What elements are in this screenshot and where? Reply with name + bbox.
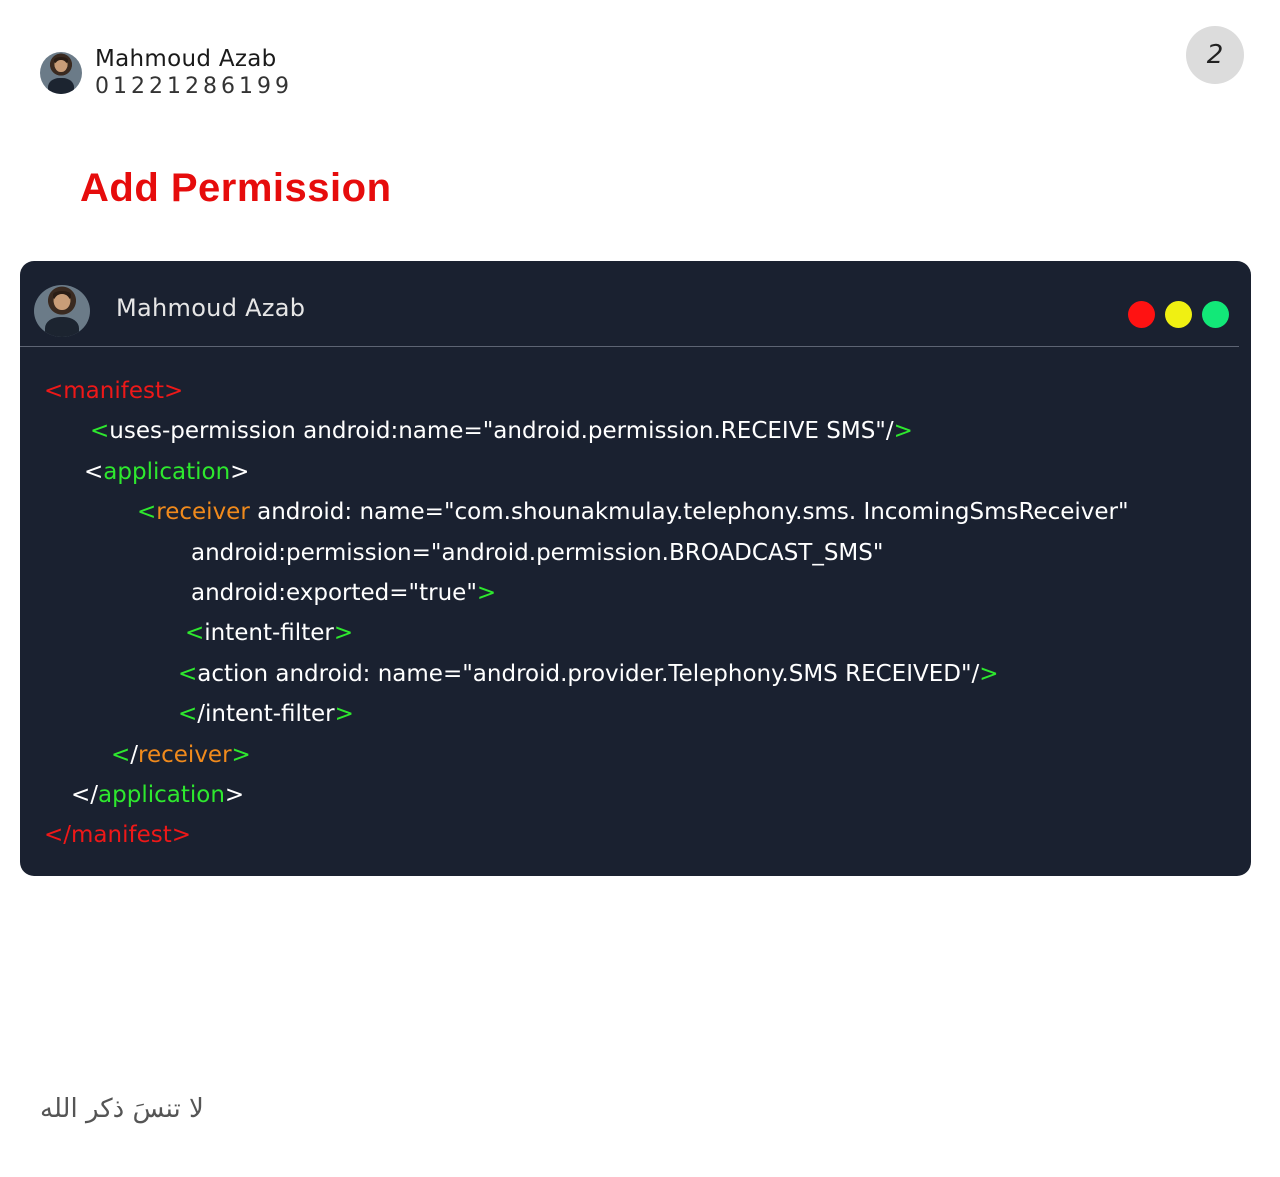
receiver-name-attr: android: name="com.shounakmulay.telephon…	[249, 499, 1129, 525]
code-line-11: </application>	[71, 779, 244, 811]
red-dot-icon	[1128, 301, 1155, 328]
card-avatar	[34, 285, 90, 337]
code-line-7: <intent-filter>	[185, 617, 353, 649]
code-bracket: >	[231, 742, 251, 768]
receiver-close-tag: receiver	[138, 742, 232, 768]
page-number-badge: 2	[1186, 26, 1244, 84]
author-name: Mahmoud Azab	[95, 46, 277, 72]
intent-filter-close-tag: intent-filter	[205, 701, 335, 727]
code-bracket: <	[84, 459, 104, 485]
code-bracket: <	[90, 418, 110, 444]
permission-attr: android:permission="android.permission.B…	[191, 540, 884, 566]
application-close-tag: application	[98, 782, 225, 808]
author-block: Mahmoud Azab 01221286199	[40, 46, 293, 100]
application-tag: application	[103, 459, 231, 485]
code-line-12: </manifest>	[44, 819, 191, 851]
code-bracket: >	[334, 701, 354, 727]
code-line-2: <uses-permission android:name="android.p…	[90, 415, 913, 447]
code-line-10: </receiver>	[111, 739, 251, 771]
exported-attr: android:exported="true"	[191, 580, 477, 606]
code-line-4: <receiver android: name="com.shounakmula…	[137, 496, 1129, 528]
window-dots	[1128, 301, 1229, 328]
code-bracket: >	[893, 418, 913, 444]
page-title: Add Permission	[80, 166, 392, 210]
code-slash: /	[90, 782, 99, 808]
code-line-8: <action android: name="android.provider.…	[178, 658, 999, 690]
code-bracket: <	[178, 701, 198, 727]
code-line-1: <manifest>	[44, 375, 183, 407]
manifest-open-tag: <manifest>	[44, 378, 184, 404]
receiver-tag: receiver	[156, 499, 250, 525]
code-slash: /	[130, 742, 139, 768]
author-text: Mahmoud Azab 01221286199	[95, 46, 293, 100]
intent-filter-tag: intent-filter	[204, 620, 334, 646]
code-bracket: >	[333, 620, 354, 646]
card-author-name: Mahmoud Azab	[116, 294, 306, 322]
code-bracket: <	[71, 782, 91, 808]
code-bracket: <	[111, 742, 131, 768]
code-bracket: >	[230, 459, 250, 485]
green-dot-icon	[1202, 301, 1229, 328]
code-card: Mahmoud Azab <manifest> <uses-permission…	[20, 261, 1251, 876]
action-text: action android: name="android.provider.T…	[197, 661, 980, 687]
yellow-dot-icon	[1165, 301, 1192, 328]
uses-permission-text: uses-permission android:name="android.pe…	[109, 418, 894, 444]
code-line-5: android:permission="android.permission.B…	[191, 537, 883, 569]
code-bracket: <	[185, 620, 205, 646]
code-bracket: >	[224, 782, 245, 808]
code-slash: /	[197, 701, 206, 727]
code-line-3: <application>	[84, 456, 249, 488]
code-card-header: Mahmoud Azab	[20, 261, 1251, 347]
header-divider	[20, 346, 1239, 347]
code-line-6: android:exported="true">	[191, 577, 496, 609]
footer-dhikr: لا تنسَ ذكر الله	[40, 1094, 204, 1124]
code-bracket: >	[979, 661, 999, 687]
code-line-9: </intent-filter>	[178, 698, 354, 730]
code-bracket: >	[476, 580, 497, 606]
author-avatar	[40, 52, 82, 94]
code-bracket: <	[137, 499, 157, 525]
code-bracket: <	[178, 661, 198, 687]
manifest-close-tag: </manifest>	[44, 822, 192, 848]
author-phone: 01221286199	[95, 74, 293, 99]
